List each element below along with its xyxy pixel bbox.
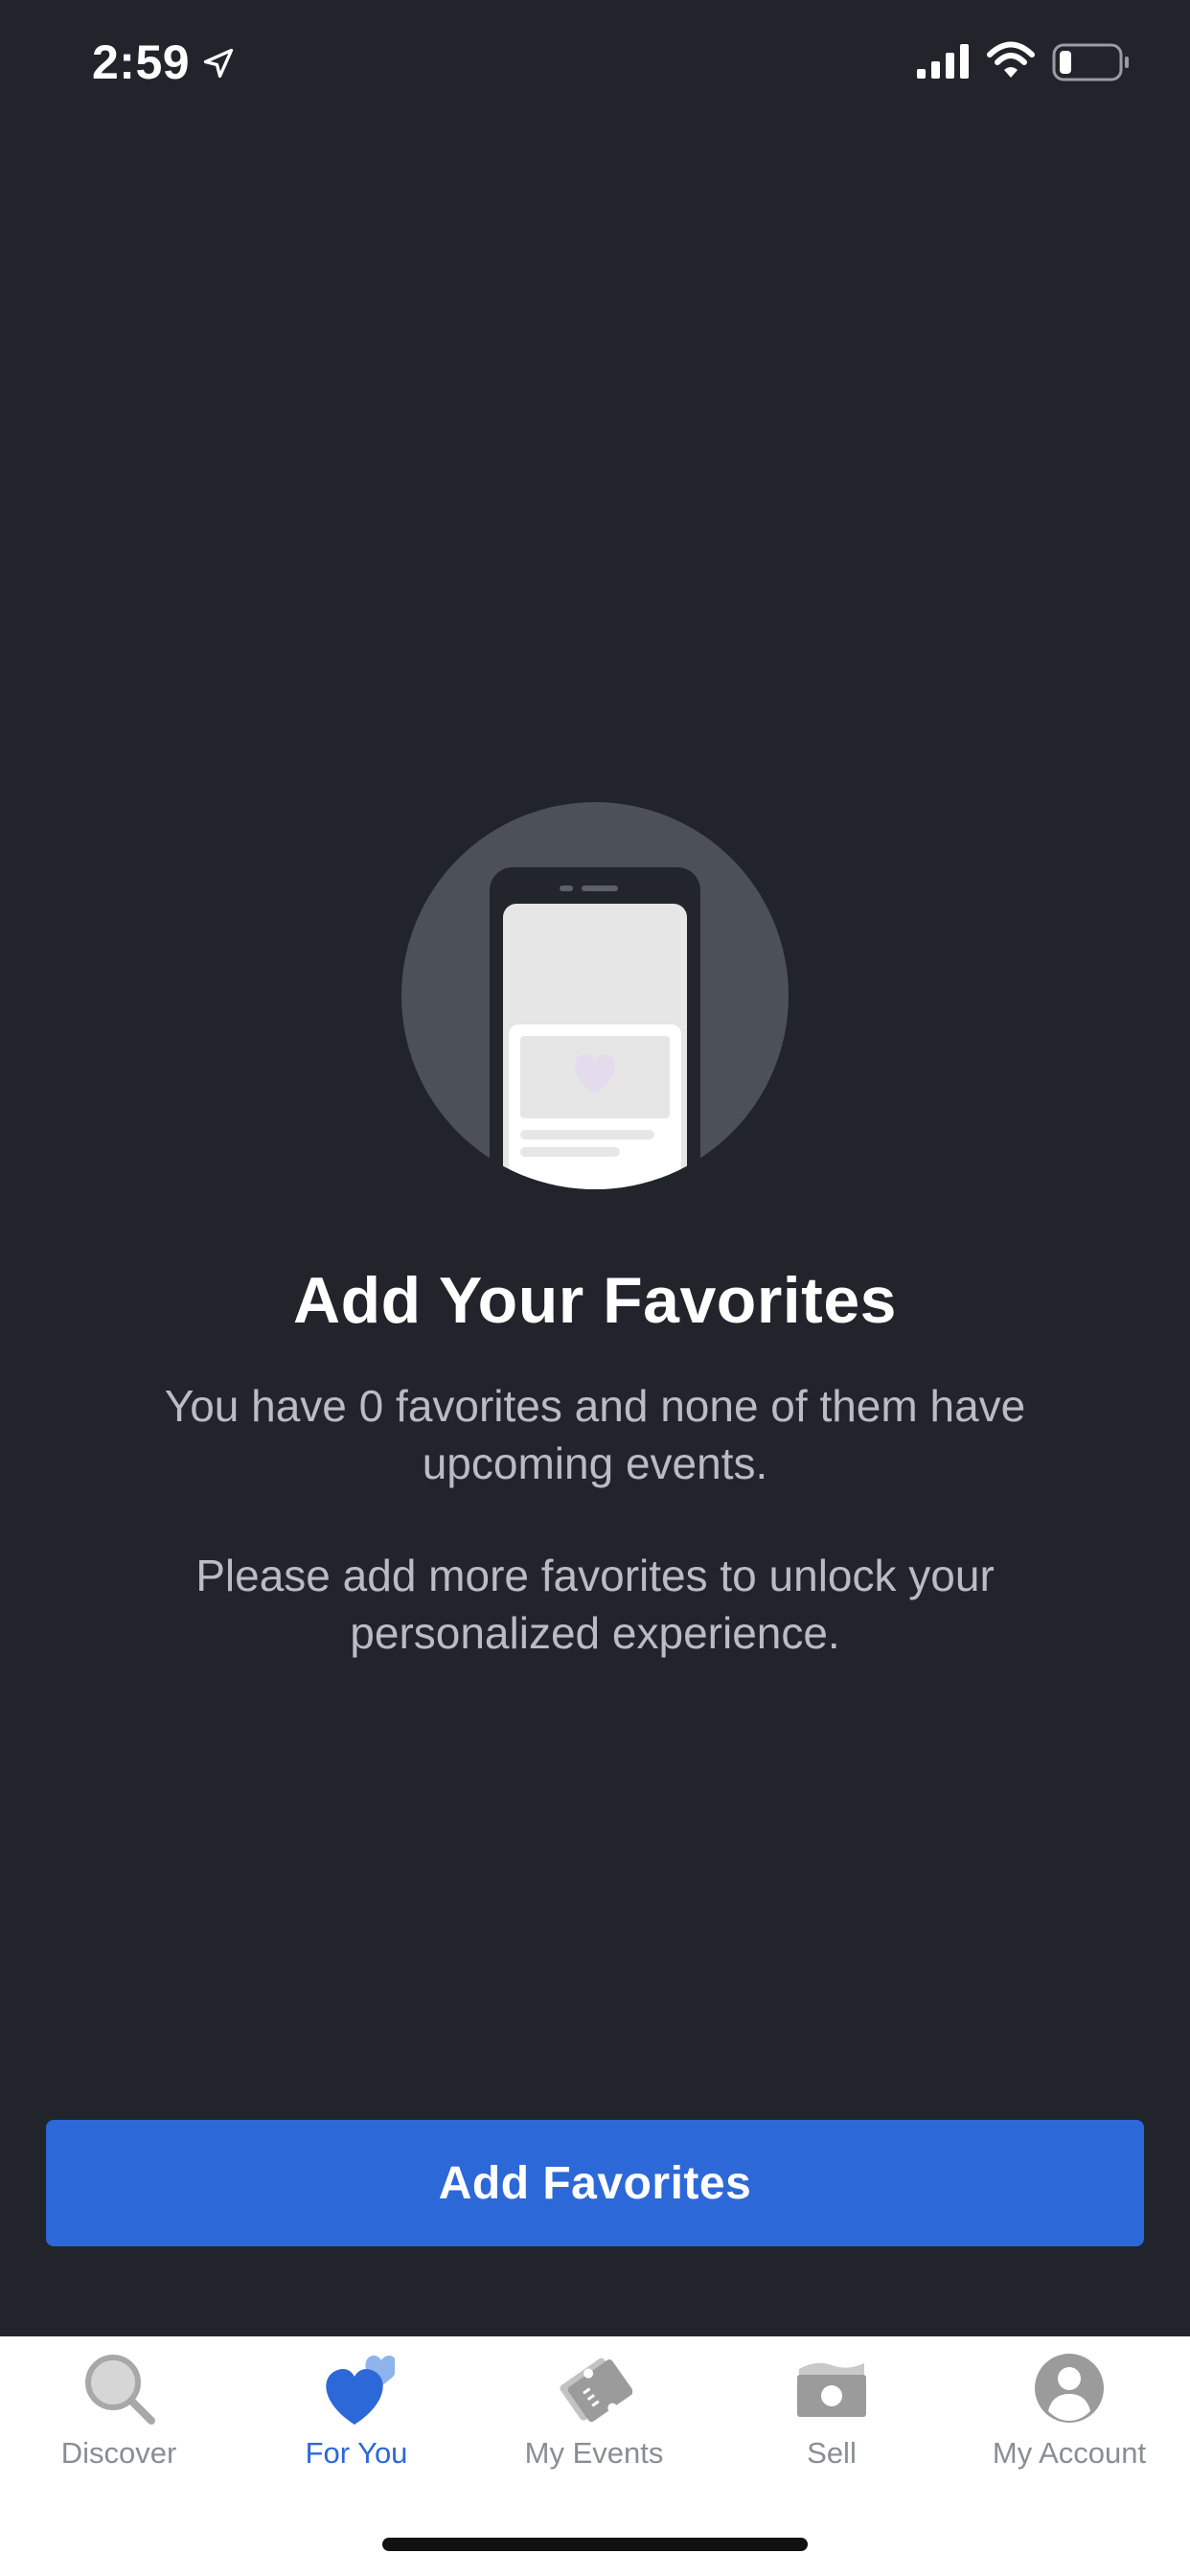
empty-state-submessage: Please add more favorites to unlock your… (195, 1551, 995, 1658)
account-icon (1035, 2354, 1104, 2423)
empty-state-message: You have 0 favorites and none of them ha… (164, 1381, 1026, 1488)
wifi-icon (987, 41, 1035, 78)
tab-my-events[interactable]: My Events (475, 2336, 713, 2499)
tickets-icon (560, 2358, 632, 2423)
tab-discover[interactable]: Discover (0, 2336, 238, 2499)
search-icon (85, 2355, 155, 2425)
status-time: 2:59 (92, 35, 191, 89)
cellular-signal-icon (917, 44, 969, 79)
location-arrow-icon (203, 48, 234, 79)
heart-icon (326, 2356, 395, 2425)
home-indicator (382, 2538, 808, 2551)
tab-my-events-label: My Events (524, 2436, 664, 2470)
empty-state-title: Add Your Favorites (293, 1264, 897, 1337)
battery-icon (1052, 43, 1129, 81)
tab-my-account-label: My Account (992, 2436, 1147, 2470)
phone-heart-illustration (401, 802, 789, 1189)
add-favorites-button[interactable]: Add Favorites (46, 2120, 1144, 2246)
status-bar: 2:59 (0, 0, 1190, 134)
tab-for-you-label: For You (305, 2436, 408, 2470)
tab-discover-label: Discover (60, 2436, 177, 2470)
tab-my-account[interactable]: My Account (950, 2336, 1188, 2499)
bottom-tab-bar: Discover For You My Events Sell My Accou… (0, 2336, 1190, 2576)
tab-for-you[interactable]: For You (238, 2336, 475, 2499)
tab-sell-label: Sell (807, 2436, 857, 2470)
cash-icon (797, 2362, 866, 2417)
tab-sell[interactable]: Sell (713, 2336, 950, 2499)
